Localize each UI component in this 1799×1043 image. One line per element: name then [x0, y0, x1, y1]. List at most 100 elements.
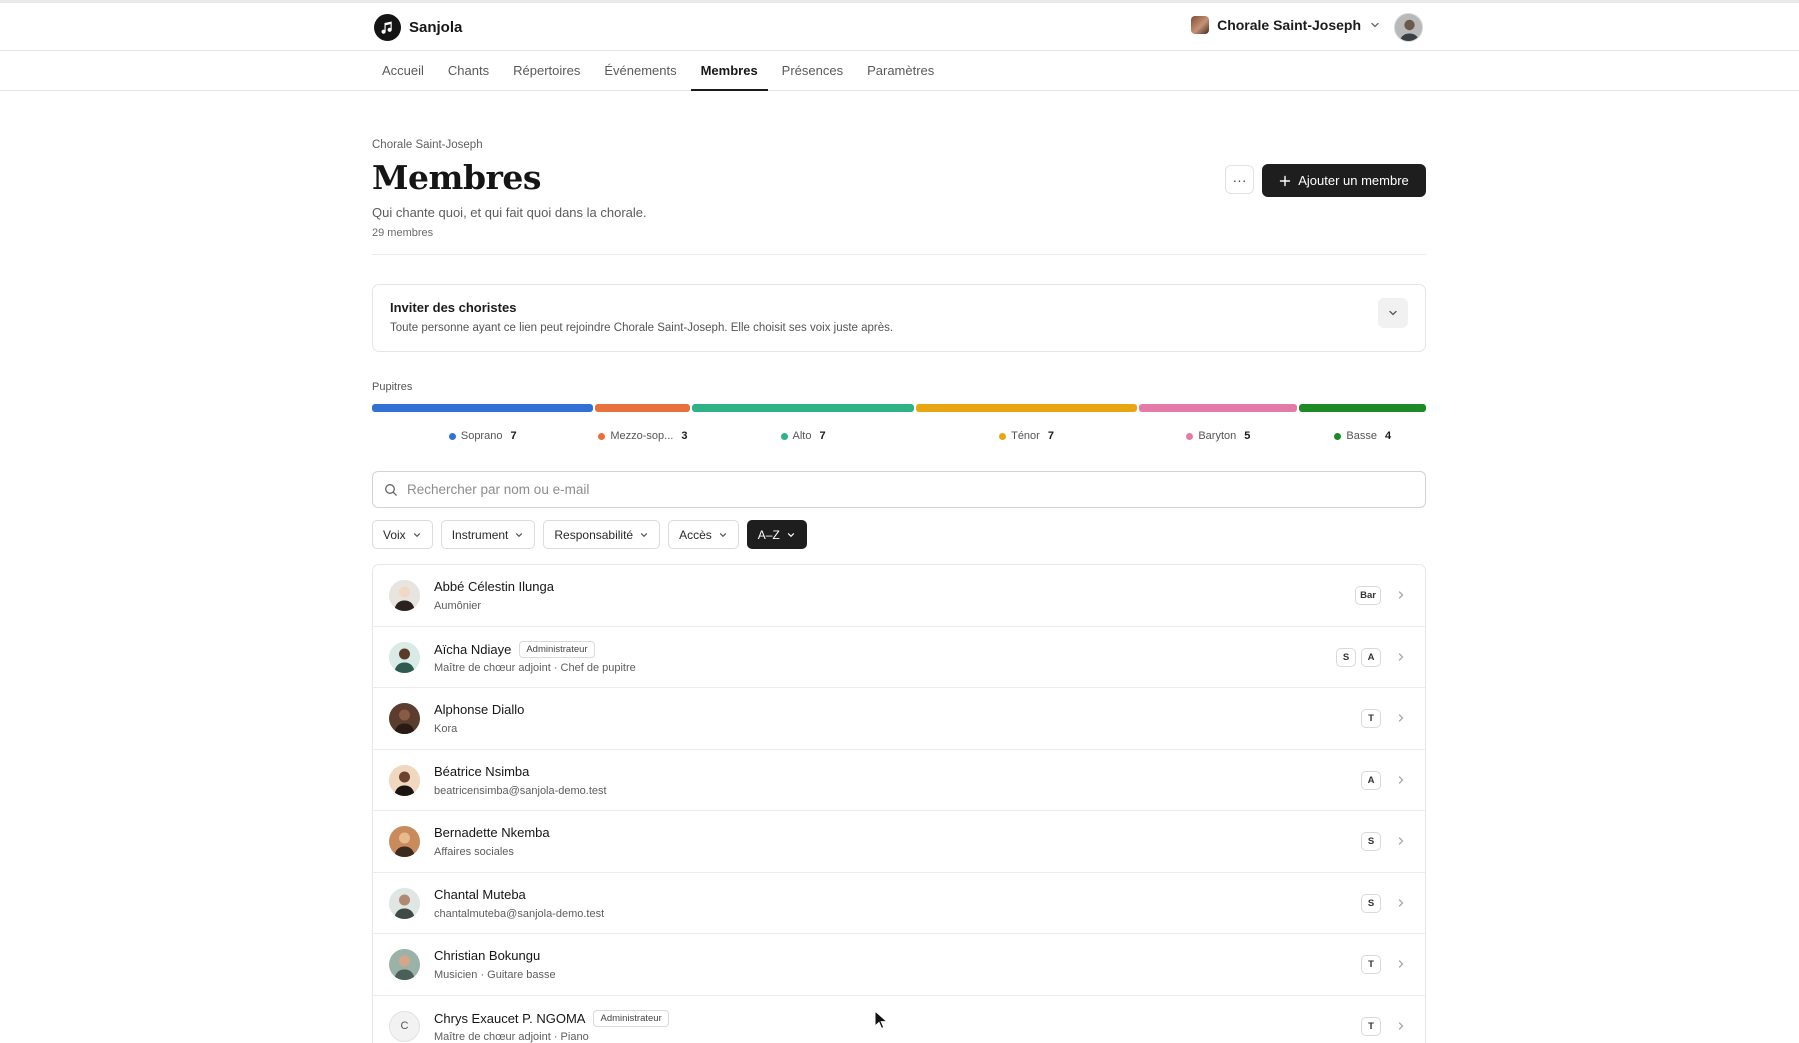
- chevron-down-icon: [641, 532, 648, 537]
- member-row[interactable]: C Chrys Exaucet P. NGOMA Administrateur Maî…: [373, 996, 1425, 1043]
- member-subtitle: beatricensimba@sanjola-demo.test: [434, 784, 607, 797]
- member-name-line: Alphonse Diallo: [434, 702, 524, 717]
- user-avatar[interactable]: [1394, 13, 1423, 42]
- chevron-right-icon: [1398, 898, 1404, 907]
- chevron-right-icon: [1398, 837, 1404, 845]
- member-row[interactable]: Aïcha Ndiaye Administrateur Maître de chœu…: [373, 627, 1425, 688]
- member-subtitle: Musicien · Guitare basse: [434, 969, 556, 981]
- add-member-label: Ajouter un membre: [1298, 173, 1409, 188]
- more-options-button[interactable]: ···: [1225, 165, 1254, 194]
- member-row[interactable]: Alphonse Diallo Kora T: [373, 688, 1425, 750]
- chevron-down-icon: [413, 532, 420, 537]
- pupitre-segment: [595, 404, 691, 412]
- member-row[interactable]: Christian Bokungu Musicien · Guitare bass…: [373, 934, 1425, 996]
- voice-tag: Bar: [1355, 586, 1381, 605]
- tab-accueil[interactable]: Accueil: [372, 52, 434, 91]
- pupitre-segment: [915, 404, 1138, 412]
- pupitre-legend-item: Soprano 7: [372, 428, 593, 444]
- voice-tags: Bar: [1355, 586, 1381, 605]
- member-name-line: Christian Bokungu: [434, 948, 540, 963]
- voice-tag: S: [1336, 647, 1356, 667]
- avatar: [389, 641, 420, 673]
- member-row[interactable]: Béatrice Nsimba beatricensimba@sanjola-de…: [373, 750, 1425, 811]
- pupitre-name: Baryton: [1198, 430, 1237, 442]
- pupitres-label: Pupitres: [372, 381, 413, 393]
- pupitre-segment: [692, 404, 914, 412]
- pupitre-legend-item: Baryton 5: [1139, 428, 1297, 444]
- sort-order-button[interactable]: A–Z: [746, 520, 807, 549]
- filter-voix[interactable]: Voix: [372, 520, 433, 549]
- voice-tags: S: [1361, 893, 1381, 913]
- filter-instrument[interactable]: Instrument: [440, 520, 536, 549]
- chevron-right-icon: [1398, 1021, 1404, 1030]
- brand[interactable]: Sanjola: [374, 14, 462, 41]
- voice-tag: T: [1361, 709, 1381, 728]
- tab-membres[interactable]: Membres: [690, 52, 768, 91]
- invite-title: Inviter des choristes: [390, 300, 517, 315]
- pupitre-name: Mezzo-sop...: [610, 430, 674, 442]
- voice-tag: A: [1361, 770, 1381, 790]
- voice-tags: T: [1361, 1016, 1381, 1036]
- app-header: Sanjola Chorale Saint-Joseph: [0, 3, 1799, 51]
- choir-name: Chorale Saint-Joseph: [1217, 17, 1361, 33]
- pupitre-name: Soprano: [460, 430, 503, 442]
- tab-evenements[interactable]: Événements: [594, 52, 686, 91]
- choir-switcher[interactable]: Chorale Saint-Joseph: [1191, 16, 1381, 34]
- tab-repertoires[interactable]: Répertoires: [503, 52, 590, 91]
- member-list: Abbé Célestin Ilunga Aumônier Bar Aïcha Ndi…: [372, 564, 1426, 1043]
- choir-thumbnail: [1191, 16, 1210, 34]
- chevron-right-icon: [1398, 591, 1404, 599]
- filter-voix-label: Voix: [383, 527, 406, 542]
- filter-acces-label: Accès: [679, 527, 712, 542]
- pupitres-legend: Soprano 7 Mezzo-sop... 3 Alto 7 Ténor 7 Baryton 5…: [372, 428, 1426, 444]
- member-subtitle: chantalmuteba@sanjola-demo.test: [434, 907, 605, 920]
- search-box[interactable]: [372, 471, 1426, 508]
- member-name-line: Chantal Muteba: [434, 887, 526, 902]
- avatar: [389, 764, 420, 796]
- tab-presences[interactable]: Présences: [772, 52, 853, 91]
- sort-order-label: A–Z: [757, 527, 780, 542]
- tab-parametres[interactable]: Paramètres: [857, 52, 944, 91]
- pupitre-legend-item: Basse 4: [1299, 428, 1426, 444]
- voice-tag: S: [1361, 893, 1381, 913]
- pupitre-color-dot: [780, 432, 788, 440]
- tab-chants[interactable]: Chants: [438, 52, 499, 91]
- voice-tag: T: [1361, 1016, 1381, 1036]
- voice-tags: S: [1361, 832, 1381, 851]
- member-name: Béatrice Nsimba: [434, 763, 530, 779]
- admin-badge: Administrateur: [593, 1009, 669, 1027]
- main-nav: Accueil Chants Répertoires Événements Me…: [0, 52, 1799, 91]
- pupitre-name: Alto: [792, 430, 812, 442]
- invite-expand-button[interactable]: [1378, 298, 1408, 328]
- filter-acces[interactable]: Accès: [668, 520, 739, 549]
- pupitre-name: Ténor: [1011, 430, 1040, 442]
- music-note-logo-icon: [374, 14, 401, 41]
- member-name: Chantal Muteba: [434, 886, 526, 902]
- member-name: Bernadette Nkemba: [434, 825, 550, 840]
- chevron-right-icon: [1398, 714, 1404, 722]
- avatar: [389, 703, 420, 734]
- pupitre-count: 7: [819, 430, 826, 442]
- voice-tag: A: [1361, 647, 1381, 667]
- member-subtitle: Maître de chœur adjoint · Piano: [434, 1030, 589, 1043]
- member-row[interactable]: Bernadette Nkemba Affaires sociales S: [373, 811, 1425, 873]
- pupitre-segment: [372, 404, 594, 412]
- divider: [372, 254, 1426, 255]
- voice-tags: T: [1361, 955, 1381, 974]
- pupitre-segment: [1139, 404, 1298, 412]
- chevron-down-icon: [516, 532, 523, 537]
- pupitre-count: 7: [510, 430, 517, 442]
- pupitre-legend-item: Alto 7: [692, 428, 913, 444]
- member-name-line: Bernadette Nkemba: [434, 825, 550, 840]
- pupitre-count: 5: [1244, 430, 1251, 442]
- pupitre-count: 4: [1384, 430, 1392, 442]
- add-member-button[interactable]: Ajouter un membre: [1262, 164, 1426, 197]
- search-input[interactable]: [407, 482, 1425, 497]
- member-row[interactable]: Abbé Célestin Ilunga Aumônier Bar: [373, 565, 1425, 627]
- member-name: Christian Bokungu: [434, 948, 541, 963]
- voice-tags: SA: [1336, 647, 1381, 667]
- filter-responsabilite[interactable]: Responsabilité: [543, 520, 661, 549]
- pupitre-legend-item: Ténor 7: [916, 428, 1137, 444]
- member-row[interactable]: Chantal Muteba chantalmuteba@sanjola-demo…: [373, 873, 1425, 934]
- page-title: Membres: [372, 158, 541, 197]
